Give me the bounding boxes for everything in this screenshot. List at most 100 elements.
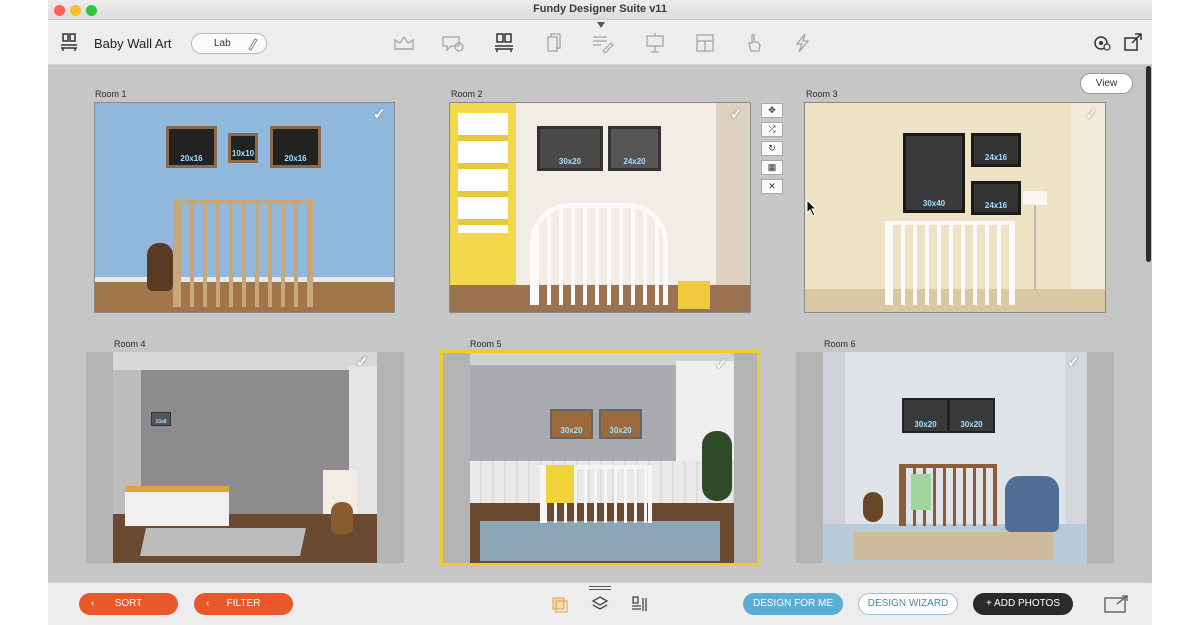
cards-icon[interactable] <box>541 31 567 55</box>
plant <box>702 431 732 501</box>
project-name: Baby Wall Art <box>94 36 172 51</box>
frame-size-label: 24x16 <box>984 153 1008 162</box>
wall-canvas[interactable]: 10x8 <box>151 412 171 426</box>
room-label: Room 4 <box>114 339 146 349</box>
hand-touch-icon[interactable] <box>741 31 767 55</box>
frame-size-label: 24x20 <box>623 157 646 166</box>
frame-size-label: 20x16 <box>180 154 203 163</box>
wall-art-icon[interactable] <box>491 31 517 55</box>
lab-selector[interactable]: Lab <box>191 33 267 54</box>
bottom-toolbar: ‹ SORT ‹ FILTER DESIGN FOR ME DESIGN WIZ… <box>48 582 1152 625</box>
layers-icon[interactable] <box>591 595 609 613</box>
ceiling <box>113 352 377 370</box>
room-6-tile[interactable]: 30x20 30x20 ✓ <box>823 352 1087 563</box>
close-icon[interactable]: ✕ <box>761 179 783 194</box>
wall-canvas[interactable]: 24x16 <box>971 133 1021 167</box>
filter-label: FILTER <box>226 598 261 609</box>
lightning-icon[interactable] <box>789 31 815 55</box>
design-for-me-button[interactable]: DESIGN FOR ME <box>743 593 843 615</box>
add-photos-button[interactable]: + ADD PHOTOS <box>973 593 1073 615</box>
room-label: Room 3 <box>806 89 838 99</box>
wall-canvas[interactable]: 30x20 <box>550 409 593 439</box>
wall-frame[interactable]: 10x10 <box>228 133 258 163</box>
room-4-tile[interactable]: 10x8 ✓ <box>113 352 377 563</box>
wall-canvas[interactable]: 30x20 <box>948 398 995 433</box>
selected-check-icon[interactable]: ✓ <box>356 353 369 371</box>
lamp-stand <box>1034 205 1036 289</box>
project-icon[interactable] <box>56 30 82 54</box>
window-title: Fundy Designer Suite v11 <box>533 3 667 15</box>
frame-size-label: 24x16 <box>984 201 1008 210</box>
speech-bubble-icon[interactable] <box>440 31 466 55</box>
room-label: Room 5 <box>470 339 502 349</box>
room-1-tile[interactable]: 20x16 10x10 20x16 ✓ <box>94 102 395 313</box>
selected-check-icon[interactable]: ✓ <box>1067 353 1080 371</box>
album-icon[interactable] <box>391 31 417 55</box>
room-label: Room 6 <box>824 339 856 349</box>
filter-button[interactable]: ‹ FILTER <box>194 593 293 615</box>
wall-canvas[interactable]: 24x20 <box>608 126 661 171</box>
room-settings-icon[interactable] <box>631 595 649 613</box>
frame-size-label: 30x20 <box>560 426 583 435</box>
room-2-tile[interactable]: 30x20 24x20 ✓ <box>449 102 751 313</box>
rug <box>140 528 306 556</box>
wooden-crib <box>173 199 313 307</box>
room-label: Room 2 <box>451 89 483 99</box>
curtain <box>716 103 750 312</box>
grid-layout-icon[interactable] <box>692 31 718 55</box>
refresh-icon[interactable]: ↻ <box>761 141 783 156</box>
room-5-tile-selected[interactable]: 30x20 30x20 ✓ <box>440 350 760 566</box>
blue-armchair <box>1005 476 1059 532</box>
vertical-scrollbar[interactable] <box>1145 66 1152 582</box>
wall-canvas[interactable]: 24x16 <box>971 181 1021 215</box>
frame-size-label: 30x20 <box>914 420 937 429</box>
wall-canvas[interactable]: 30x20 <box>902 398 949 433</box>
room-label: Room 1 <box>95 89 127 99</box>
wall-canvas[interactable]: 30x20 <box>599 409 642 439</box>
design-wizard-button[interactable]: DESIGN WIZARD <box>858 593 958 615</box>
tile-side-tools: ✥ ⤮ ↻ ▦ ✕ <box>761 103 783 198</box>
white-crib <box>530 203 668 305</box>
scrollbar-thumb[interactable] <box>1146 66 1151 262</box>
wall-canvas[interactable]: 30x40 <box>903 133 965 213</box>
vase <box>331 502 353 534</box>
shuffle-icon[interactable]: ⤮ <box>761 122 783 137</box>
bed <box>125 486 229 526</box>
settings-gear-icon[interactable] <box>1089 31 1115 55</box>
selected-check-icon[interactable]: ✓ <box>1085 105 1098 123</box>
giraffe-toy <box>147 243 173 291</box>
frame-size-label: 30x40 <box>922 199 946 208</box>
frame-size-label: 10x8 <box>155 419 167 425</box>
view-button[interactable]: View <box>1080 73 1133 94</box>
sort-button[interactable]: ‹ SORT <box>79 593 178 615</box>
move-icon[interactable]: ✥ <box>761 103 783 118</box>
fullscreen-preview-icon[interactable] <box>1103 594 1129 614</box>
text-edit-icon[interactable] <box>589 31 615 55</box>
selected-check-icon[interactable]: ✓ <box>715 355 728 373</box>
selected-check-icon[interactable]: ✓ <box>373 105 386 123</box>
presentation-icon[interactable] <box>642 31 668 55</box>
app-window: Fundy Designer Suite v11 Baby Wall Art L… <box>48 0 1152 625</box>
selected-check-icon[interactable]: ✓ <box>730 105 743 123</box>
wall-canvas[interactable]: 30x20 <box>537 126 603 171</box>
curtain <box>1071 103 1105 312</box>
frame-size-label: 30x20 <box>609 426 632 435</box>
yellow-stool <box>678 281 710 309</box>
resize-grip-icon[interactable] <box>589 586 611 590</box>
title-bar: Fundy Designer Suite v11 <box>48 0 1152 20</box>
blue-rug <box>480 521 720 561</box>
photo-tray-icon[interactable] <box>551 595 569 613</box>
room-3-tile[interactable]: 30x40 24x16 24x16 ✓ <box>804 102 1106 313</box>
teddy-bear <box>863 492 883 522</box>
wall-frame[interactable]: 20x16 <box>166 126 217 168</box>
frame-size-label: 30x20 <box>960 420 983 429</box>
floor-lamp <box>1023 191 1047 205</box>
open-external-icon[interactable] <box>1120 31 1146 55</box>
wall-frame[interactable]: 20x16 <box>270 126 321 168</box>
frame-size-label: 20x16 <box>284 154 307 163</box>
active-tool-caret <box>597 22 605 28</box>
green-blanket <box>911 474 931 510</box>
frame-size-label: 30x20 <box>558 157 582 166</box>
shelves <box>458 113 508 233</box>
grid-icon[interactable]: ▦ <box>761 160 783 175</box>
